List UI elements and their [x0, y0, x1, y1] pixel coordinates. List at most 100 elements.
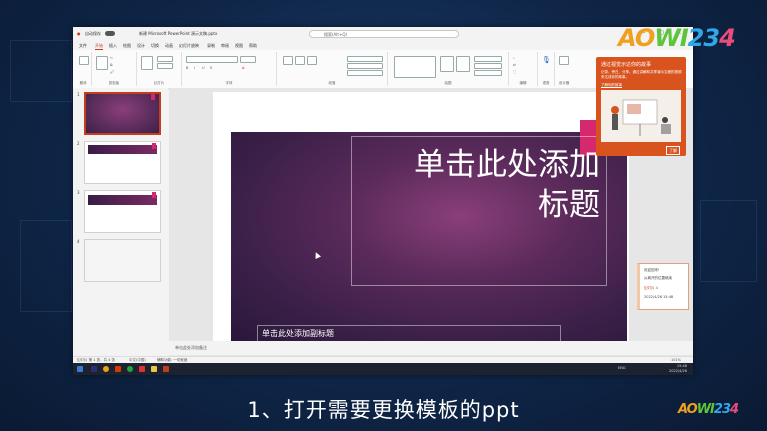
new-slide-icon[interactable] [141, 56, 153, 70]
search-input[interactable]: 搜索(Alt+Q) [309, 30, 459, 38]
arrange-icon[interactable] [440, 56, 454, 72]
italic-icon[interactable]: I [194, 66, 195, 70]
tab-design[interactable]: 设计 [137, 43, 145, 49]
thumb-accent-tag [152, 143, 156, 149]
welcome-back-card[interactable]: 欢迎回来! 从离开的位置继续 幻灯片 4 2022/4/26 15:48 [637, 263, 689, 310]
undo-group: 撤消 [75, 52, 92, 86]
tab-help[interactable]: 帮助 [249, 43, 257, 49]
document-title[interactable]: 新建 Microsoft PowerPoint 演示文稿.pptx [139, 31, 217, 37]
wechat-icon[interactable] [127, 366, 133, 372]
popup-link[interactable]: 了解你的故事 [601, 83, 622, 88]
thumb-number: 4 [77, 239, 80, 244]
underline-icon[interactable]: U [202, 66, 205, 70]
tab-view[interactable]: 视图 [235, 43, 243, 49]
bold-icon[interactable]: B [186, 66, 188, 70]
ime-indicator[interactable]: ENG [618, 366, 626, 370]
zoom-level[interactable]: 101% [671, 358, 681, 362]
tab-home[interactable]: 开始 [95, 43, 103, 50]
smartart-icon[interactable] [347, 70, 383, 76]
shape-effects-icon[interactable] [474, 70, 502, 76]
autosave-toggle[interactable] [105, 31, 115, 36]
view-buttons[interactable] [573, 357, 653, 362]
thumb-number: 2 [77, 141, 80, 146]
welcome-slide-ref[interactable]: 幻灯片 4 [644, 286, 658, 291]
site-logo-small: AOWI234 [678, 402, 739, 417]
title-bar: ● 自动保存 新建 Microsoft PowerPoint 演示文稿.pptx… [73, 27, 693, 41]
replace-icon[interactable]: ⇄ [513, 63, 516, 67]
shape-fill-icon[interactable] [474, 56, 502, 62]
slides-group-label: 幻灯片 [153, 81, 165, 85]
slide-thumbnail-2[interactable] [84, 141, 161, 184]
select-icon[interactable]: ⬚ [513, 70, 516, 74]
video-app-icon[interactable] [139, 366, 145, 372]
text-direction-icon[interactable] [347, 56, 383, 62]
font-name-select[interactable] [186, 56, 238, 63]
popup-ok-button[interactable]: 了解 [666, 146, 680, 155]
paragraph-group-label: 段落 [328, 81, 336, 85]
drawing-group: 绘图 [388, 52, 509, 86]
chrome-icon[interactable] [103, 366, 109, 372]
clipboard-group: ✂ ⧉ 🖌 剪贴板 [92, 52, 137, 86]
indent-icon[interactable] [307, 56, 317, 65]
tab-file[interactable]: 文件 [79, 43, 87, 49]
find-icon[interactable]: ⌕ [513, 56, 515, 60]
paste-icon[interactable] [96, 56, 108, 70]
quick-styles-icon[interactable] [456, 56, 470, 72]
tab-animations[interactable]: 动画 [165, 43, 173, 49]
autosave-label: 自动保存 [85, 31, 101, 36]
editing-group: ⌕ ⇄ ⬚ 编辑 [509, 52, 538, 86]
undo-icon[interactable] [79, 56, 89, 65]
notes-pane[interactable]: 单击此处添加备注 [169, 341, 693, 355]
popup-title: 通过视觉示达你的故事 [601, 62, 652, 68]
format-painter-icon[interactable]: 🖌 [110, 70, 114, 74]
shape-outline-icon[interactable] [474, 63, 502, 69]
designer-icon[interactable] [559, 56, 569, 65]
popup-illustration [601, 90, 681, 142]
undo-group-label: 撤消 [79, 81, 87, 85]
tab-draw[interactable]: 绘图 [123, 43, 131, 49]
slide-thumbnail-3[interactable] [84, 190, 161, 233]
align-text-icon[interactable] [347, 63, 383, 69]
title-placeholder[interactable]: 单击此处添加 标题 [351, 136, 607, 286]
taskbar-powerpoint-icon[interactable] [163, 366, 169, 372]
font-size-select[interactable] [240, 56, 256, 63]
bullets-icon[interactable] [283, 56, 293, 65]
copy-icon[interactable]: ⧉ [110, 63, 113, 67]
layout-icon[interactable] [157, 56, 173, 62]
font-group-label: 字体 [225, 81, 233, 85]
numbering-icon[interactable] [295, 56, 305, 65]
powerpoint-icon: ● [77, 31, 81, 36]
system-clock[interactable]: 15:48 2022/4/26 [669, 364, 687, 374]
reset-icon[interactable] [157, 63, 173, 69]
presentation-illustration-icon [611, 99, 671, 136]
popup-body: 记录、旁白、分享。通过讲解和共享演示文稿的视频来达成你的故事。 [601, 70, 682, 79]
current-slide: 单击此处添加 标题 单击此处添加副标题 [231, 120, 627, 343]
font-color-icon[interactable]: A [242, 66, 244, 70]
premiere-icon[interactable] [91, 366, 97, 372]
slide-thumbnail-4[interactable] [84, 239, 161, 282]
title-line-1: 单击此处添加 [414, 147, 600, 183]
editing-group-label: 编辑 [519, 81, 527, 85]
slide-thumbnail-1[interactable] [84, 92, 161, 135]
voice-group: 🎙 语音 [538, 52, 555, 86]
designer-group: 设计器 [555, 52, 573, 86]
notes-placeholder: 单击此处添加备注 [175, 345, 207, 350]
tab-insert[interactable]: 插入 [109, 43, 117, 49]
thumb-accent-tag [151, 94, 155, 100]
thumb-accent-tag [152, 192, 156, 198]
strikethrough-icon[interactable]: S [210, 66, 212, 70]
tab-slideshow[interactable]: 幻灯片放映 [179, 43, 199, 49]
cut-icon[interactable]: ✂ [110, 56, 113, 60]
folder-icon[interactable] [151, 366, 157, 372]
paragraph-group: 段落 [277, 52, 388, 86]
app-icon[interactable] [115, 366, 121, 372]
slide-thumbnails-pane: 1 2 3 4 [73, 88, 168, 366]
tab-review[interactable]: 审阅 [221, 43, 229, 49]
shapes-gallery[interactable] [394, 56, 436, 78]
slides-group: 幻灯片 [137, 52, 182, 86]
dictate-icon[interactable]: 🎙 [542, 56, 551, 64]
drawing-group-label: 绘图 [444, 81, 452, 85]
start-icon[interactable] [77, 366, 83, 372]
tab-transitions[interactable]: 切换 [151, 43, 159, 49]
tab-record[interactable]: 录制 [207, 43, 215, 49]
